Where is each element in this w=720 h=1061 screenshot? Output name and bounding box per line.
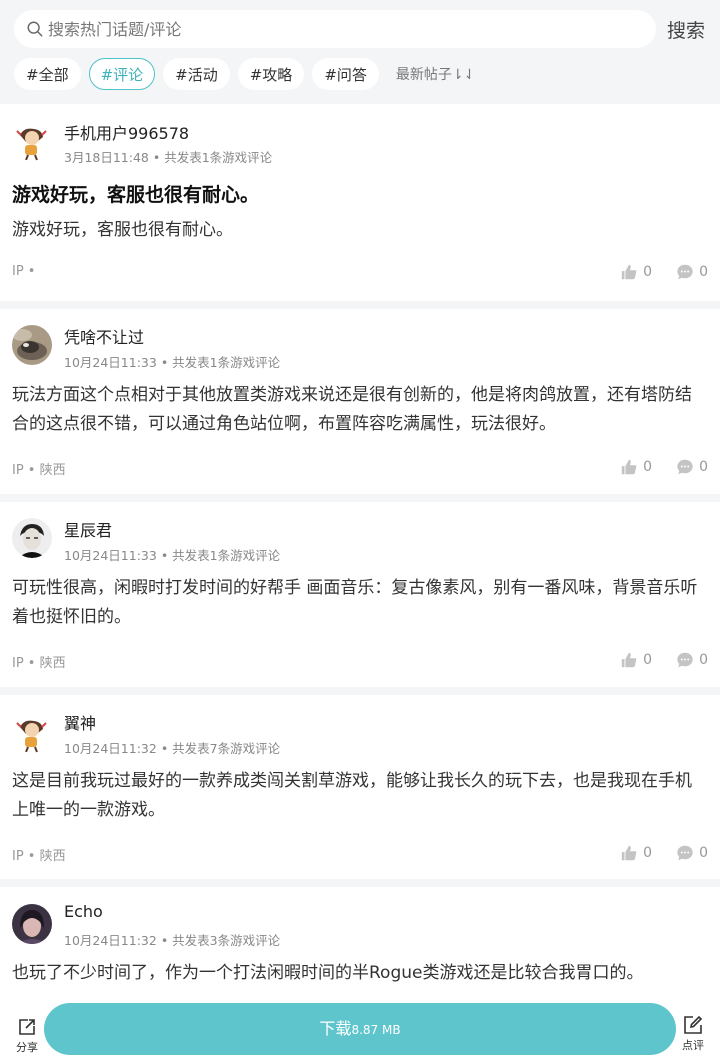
search-box[interactable] xyxy=(14,10,656,48)
like-count: 0 xyxy=(643,652,653,668)
comment-bubble-icon xyxy=(677,652,693,668)
like-button[interactable]: 0 xyxy=(620,651,652,669)
post-ip: IP • 陕西 xyxy=(12,656,66,671)
search-input[interactable] xyxy=(48,19,608,39)
comment-button[interactable]: 0 xyxy=(676,844,708,862)
comment-button[interactable]: 0 xyxy=(676,263,708,281)
post-summary: 共发表3条游戏评论 xyxy=(172,933,281,948)
post-body: 这是目前我玩过最好的一款养成类闯关割草游戏，能够让我长久的玩下去，也是我现在手机… xyxy=(12,771,692,820)
avatar[interactable] xyxy=(12,325,52,365)
cartoon-avatar-icon xyxy=(12,121,52,161)
tag-filter-bar: #全部 #评论 #活动 #攻略 #问答 最新帖子⇂⇃ xyxy=(14,58,475,90)
post-username[interactable]: 手机用户996578 xyxy=(64,120,189,144)
post-feed: 手机用户996578 3月18日11:48 • 共发表1条游戏评论 游戏好玩，客… xyxy=(0,104,720,1035)
post-actions: 0 0 xyxy=(596,844,708,862)
share-icon xyxy=(19,1019,35,1035)
like-button[interactable]: 0 xyxy=(620,844,652,862)
avatar[interactable] xyxy=(12,121,52,161)
like-button[interactable]: 0 xyxy=(620,263,652,281)
like-button[interactable]: 0 xyxy=(620,458,652,476)
like-count: 0 xyxy=(643,264,653,280)
tag-review[interactable]: #评论 xyxy=(88,58,156,90)
share-label: 分享 xyxy=(16,1041,38,1054)
post-meta: 10月24日11:32 • 共发表3条游戏评论 xyxy=(64,933,281,948)
post-body: 游戏好玩，客服也很有耐心。 xyxy=(12,220,233,240)
post-card[interactable]: 手机用户996578 3月18日11:48 • 共发表1条游戏评论 游戏好玩，客… xyxy=(0,104,720,301)
tag-qa[interactable]: #问答 xyxy=(312,58,379,90)
review-label: 点评 xyxy=(682,1039,704,1052)
post-username[interactable]: 凭啥不让过 xyxy=(64,324,144,348)
comment-bubble-icon xyxy=(677,845,693,861)
post-meta: 10月24日11:33 • 共发表1条游戏评论 xyxy=(64,548,281,563)
review-button[interactable]: 点评 xyxy=(677,1014,709,1053)
post-date: 10月24日11:32 xyxy=(64,741,157,756)
post-date: 10月24日11:33 xyxy=(64,548,157,563)
tag-all[interactable]: #全部 xyxy=(14,58,81,90)
tag-event[interactable]: #活动 xyxy=(163,58,230,90)
photo-avatar-icon xyxy=(12,325,52,365)
post-username[interactable]: 星辰君 xyxy=(64,517,112,541)
photo-avatar-icon xyxy=(12,518,52,558)
search-icon xyxy=(27,21,43,37)
post-card[interactable]: 星辰君 10月24日11:33 • 共发表1条游戏评论 可玩性很高，闲暇时打发时… xyxy=(0,502,720,687)
edit-icon xyxy=(684,1015,703,1034)
comment-count: 0 xyxy=(699,264,708,280)
thumbs-up-icon xyxy=(621,652,637,668)
avatar[interactable] xyxy=(12,904,52,944)
post-card[interactable]: 翼神 10月24日11:32 • 共发表7条游戏评论 这是目前我玩过最好的一款养… xyxy=(0,695,720,879)
post-body: 玩法方面这个点相对于其他放置类游戏来说还是很有创新的，他是将肉鸽放置，还有塔防结… xyxy=(12,385,692,434)
bottom-action-bar: 分享 下载8.87 MB 点评 xyxy=(0,998,720,1061)
comment-bubble-icon xyxy=(677,459,693,475)
post-summary: 共发表1条游戏评论 xyxy=(164,150,273,165)
comment-bubble-icon xyxy=(677,264,693,280)
comment-count: 0 xyxy=(699,845,708,861)
like-count: 0 xyxy=(643,845,653,861)
post-actions: 0 0 xyxy=(596,263,708,281)
thumbs-up-icon xyxy=(621,459,637,475)
comment-button[interactable]: 0 xyxy=(676,651,708,669)
post-meta: 10月24日11:32 • 共发表7条游戏评论 xyxy=(64,741,281,756)
post-date: 3月18日11:48 xyxy=(64,150,149,165)
search-button[interactable]: 搜索 xyxy=(667,16,705,43)
thumbs-up-icon xyxy=(621,845,637,861)
post-ip: IP • 陕西 xyxy=(12,849,66,864)
post-meta: 3月18日11:48 • 共发表1条游戏评论 xyxy=(64,150,273,165)
avatar[interactable] xyxy=(12,518,52,558)
post-title: 游戏好玩，客服也很有耐心。 xyxy=(12,184,260,206)
post-body: 可玩性很高，闲暇时打发时间的好帮手 画面音乐：复古像素风，别有一番风味，背景音乐… xyxy=(12,578,698,627)
thumbs-up-icon xyxy=(621,264,637,280)
post-summary: 共发表1条游戏评论 xyxy=(172,355,281,370)
cartoon-avatar-icon xyxy=(12,713,52,753)
like-count: 0 xyxy=(643,459,653,475)
post-ip: IP • xyxy=(12,264,36,279)
comment-count: 0 xyxy=(699,652,708,668)
download-label: 下载 xyxy=(319,1019,352,1038)
top-bar: 搜索 #全部 #评论 #活动 #攻略 #问答 最新帖子⇂⇃ xyxy=(0,0,720,104)
post-card[interactable]: 凭啥不让过 10月24日11:33 • 共发表1条游戏评论 玩法方面这个点相对于… xyxy=(0,309,720,494)
post-summary: 共发表7条游戏评论 xyxy=(172,741,281,756)
photo-avatar-icon xyxy=(12,904,52,944)
post-body: 也玩了不少时间了，作为一个打法闲暇时间的半Rogue类游戏还是比较合我胃口的。 xyxy=(12,963,644,983)
avatar[interactable] xyxy=(12,713,52,753)
post-username[interactable]: 翼神 xyxy=(64,710,96,734)
download-button[interactable]: 下载8.87 MB xyxy=(44,1003,676,1055)
post-meta: 10月24日11:33 • 共发表1条游戏评论 xyxy=(64,355,281,370)
download-size: 8.87 MB xyxy=(351,1023,401,1037)
post-actions: 0 0 xyxy=(596,458,708,476)
post-date: 10月24日11:32 xyxy=(64,933,157,948)
post-ip: IP • 陕西 xyxy=(12,463,66,478)
post-summary: 共发表1条游戏评论 xyxy=(172,548,281,563)
sort-dropdown[interactable]: 最新帖子⇂⇃ xyxy=(396,64,475,84)
post-actions: 0 0 xyxy=(596,651,708,669)
share-button[interactable]: 分享 xyxy=(12,1016,42,1055)
comment-count: 0 xyxy=(699,459,708,475)
comment-button[interactable]: 0 xyxy=(676,458,708,476)
tag-guide[interactable]: #攻略 xyxy=(237,58,305,90)
post-username[interactable]: Echo xyxy=(64,902,103,921)
post-date: 10月24日11:33 xyxy=(64,355,157,370)
